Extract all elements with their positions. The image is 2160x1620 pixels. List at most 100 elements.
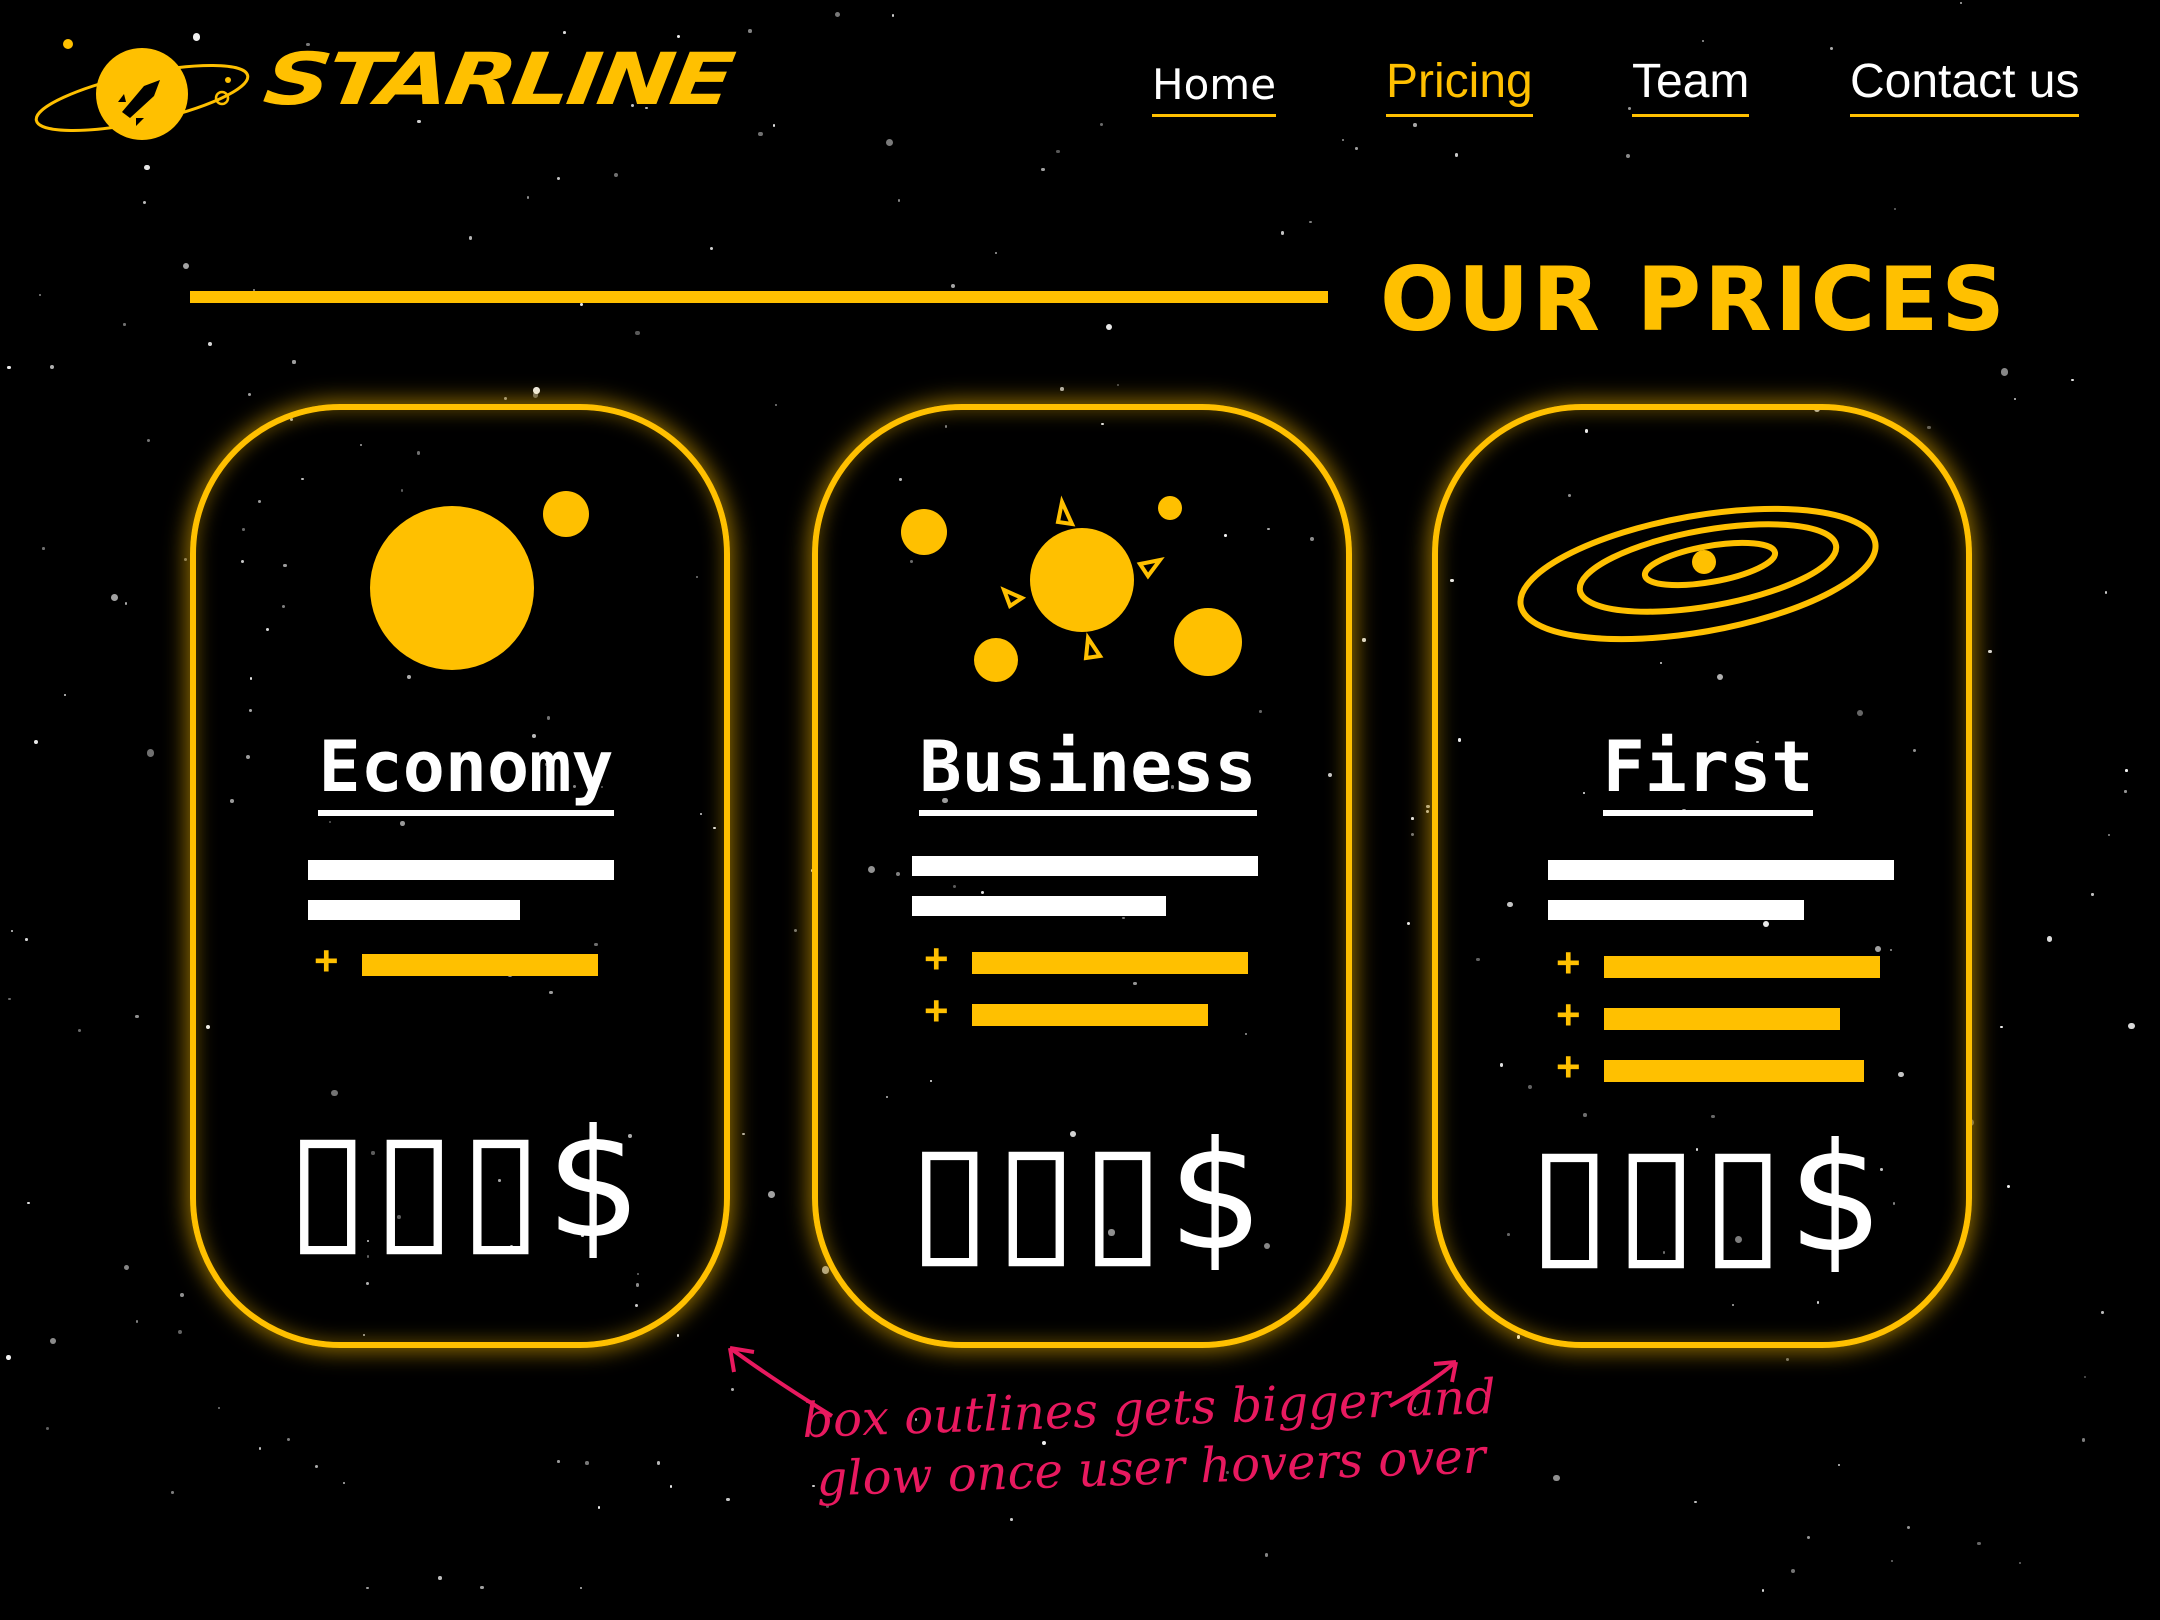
star-dot bbox=[2007, 1185, 2011, 1189]
designer-note: box outlines gets bigger and glow once u… bbox=[801, 1368, 1497, 1508]
star-dot bbox=[897, 199, 901, 202]
star-dot bbox=[885, 138, 894, 146]
star-dot bbox=[656, 1461, 661, 1465]
star-dot bbox=[2104, 591, 2108, 594]
feature-placeholder-bar bbox=[362, 954, 598, 976]
pricing-card-first[interactable]: First + + + ▯▯▯$ bbox=[1432, 404, 1972, 1348]
planet-rocket-icon bbox=[34, 39, 250, 140]
star-dot bbox=[248, 392, 252, 396]
star-dot bbox=[2128, 1022, 2135, 1029]
card-title: Economy bbox=[318, 726, 614, 816]
star-dot bbox=[1926, 425, 1931, 430]
star-dot bbox=[1426, 804, 1430, 809]
star-dot bbox=[1893, 208, 1896, 211]
star-dot bbox=[207, 341, 212, 346]
star-dot bbox=[669, 1485, 673, 1488]
star-dot bbox=[24, 938, 28, 941]
star-dot bbox=[1105, 323, 1112, 330]
nav-team-link[interactable]: Team bbox=[1632, 58, 1750, 117]
pricing-card-business[interactable]: Business + + ▯▯▯$ bbox=[812, 404, 1352, 1348]
nav-contact-link[interactable]: Contact us bbox=[1850, 58, 2080, 117]
star-dot bbox=[7, 997, 11, 1001]
page-heading: OUR PRICES bbox=[1380, 248, 2008, 351]
star-dot bbox=[39, 294, 42, 297]
star-dot bbox=[292, 360, 296, 364]
star-dot bbox=[1117, 384, 1120, 387]
star-dot bbox=[579, 1586, 583, 1589]
plus-icon: + bbox=[314, 937, 339, 984]
star-dot bbox=[994, 252, 997, 255]
star-dot bbox=[1341, 139, 1344, 142]
star-dot bbox=[1786, 1357, 1790, 1361]
star-dot bbox=[1411, 817, 1414, 820]
plus-icon: + bbox=[1556, 991, 1581, 1038]
star-dot bbox=[64, 694, 67, 697]
star-dot bbox=[45, 1426, 50, 1431]
star-dot bbox=[6, 1354, 12, 1360]
star-dot bbox=[1829, 46, 1834, 51]
star-dot bbox=[111, 594, 119, 601]
star-dot bbox=[2091, 893, 2094, 896]
pricing-card-economy[interactable]: Economy + ▯▯▯$ bbox=[190, 404, 730, 1348]
star-dot bbox=[468, 236, 473, 240]
star-dot bbox=[135, 1015, 139, 1019]
star-dot bbox=[748, 29, 752, 33]
star-dot bbox=[533, 387, 540, 394]
star-dot bbox=[1891, 1559, 1894, 1562]
nav-pricing-link[interactable]: Pricing bbox=[1386, 58, 1533, 117]
plus-icon: + bbox=[924, 987, 949, 1034]
star-dot bbox=[585, 1461, 590, 1466]
plus-icon: + bbox=[1556, 939, 1581, 986]
star-dot bbox=[27, 1201, 30, 1205]
planet-moon-icon bbox=[370, 491, 589, 670]
star-dot bbox=[1516, 1335, 1521, 1339]
feature-placeholder-bar bbox=[1604, 956, 1880, 978]
star-dot bbox=[1627, 107, 1631, 111]
star-dot bbox=[2000, 368, 2008, 376]
nav-home-link[interactable]: Home bbox=[1152, 64, 1277, 117]
price-placeholder: ▯▯▯$ bbox=[1528, 1112, 1888, 1286]
star-dot bbox=[768, 1191, 775, 1198]
star-dot bbox=[579, 302, 583, 306]
star-dot bbox=[597, 1506, 601, 1509]
star-dot bbox=[950, 284, 955, 289]
brand-logotype[interactable]: STARLINE bbox=[259, 38, 735, 121]
star-dot bbox=[1553, 1474, 1560, 1482]
star-dot bbox=[42, 547, 45, 550]
star-dot bbox=[563, 30, 567, 34]
star-dot bbox=[342, 1481, 346, 1485]
star-dot bbox=[1806, 1535, 1810, 1539]
star-dot bbox=[437, 1576, 442, 1580]
star-dot bbox=[1959, 1, 1963, 5]
galaxy-icon bbox=[1517, 505, 1879, 643]
star-dot bbox=[1761, 1588, 1765, 1592]
star-dot bbox=[258, 1447, 262, 1451]
star-dot bbox=[2000, 1025, 2003, 1029]
star-dot bbox=[10, 929, 14, 932]
price-placeholder: ▯▯▯$ bbox=[908, 1110, 1268, 1284]
description-placeholder-line bbox=[912, 896, 1166, 916]
star-dot bbox=[834, 11, 841, 18]
star-dot bbox=[480, 1585, 484, 1589]
plus-icon: + bbox=[1556, 1043, 1581, 1090]
star-dot bbox=[1362, 638, 1366, 642]
star-dot bbox=[123, 323, 126, 326]
star-dot bbox=[772, 124, 776, 127]
star-dot bbox=[891, 13, 895, 17]
price-placeholder: ▯▯▯$ bbox=[286, 1098, 646, 1272]
star-dot bbox=[2013, 397, 2016, 400]
star-dot bbox=[1988, 649, 1992, 654]
star-dot bbox=[366, 1586, 369, 1590]
star-dot bbox=[7, 366, 11, 370]
star-dot bbox=[2124, 790, 2127, 793]
heading-divider bbox=[190, 291, 1328, 303]
star-dot bbox=[1060, 387, 1064, 391]
star-dot bbox=[774, 403, 777, 406]
star-dot bbox=[1425, 810, 1429, 813]
star-dot bbox=[794, 928, 798, 932]
star-dot bbox=[1280, 230, 1285, 235]
star-dot bbox=[556, 176, 561, 180]
card-title: First bbox=[1602, 726, 1814, 816]
feature-placeholder-bar bbox=[1604, 1060, 1864, 1082]
star-dot bbox=[1454, 153, 1458, 157]
